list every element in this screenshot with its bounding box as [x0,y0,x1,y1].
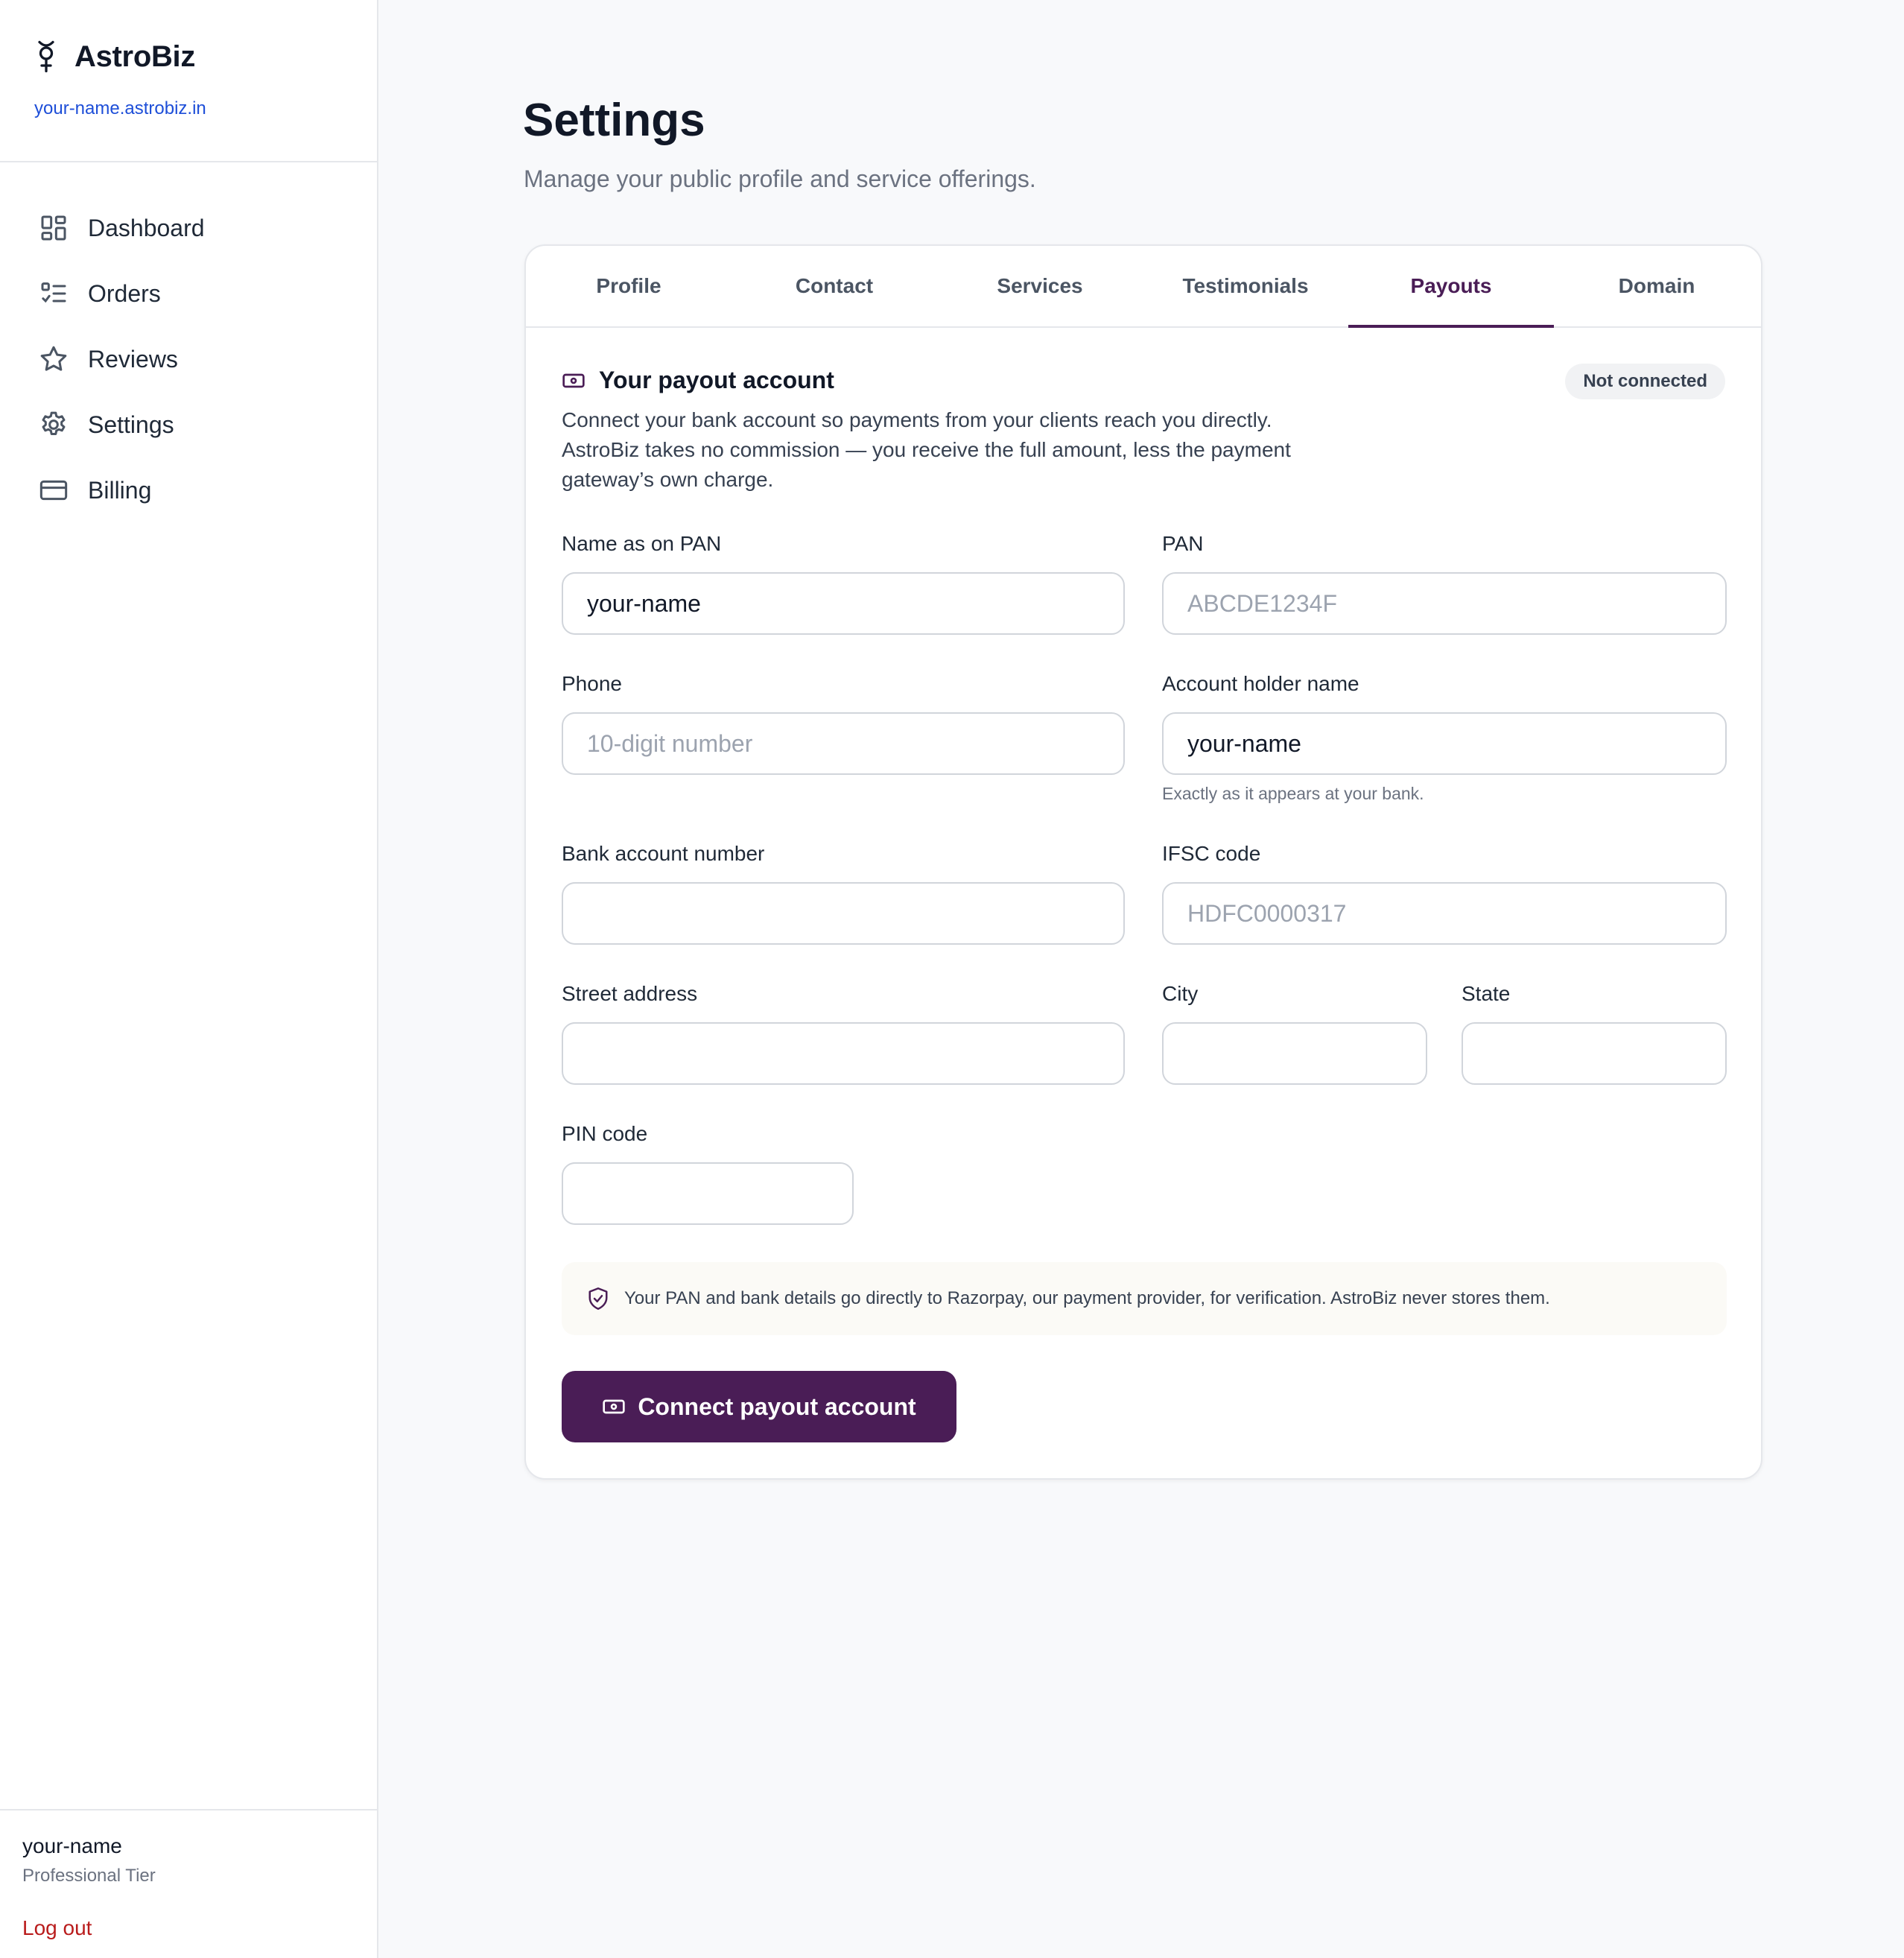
street-input[interactable] [562,1022,1125,1085]
ifsc-input[interactable] [1162,882,1727,945]
gear-icon [42,411,66,435]
street-label: Street address [562,982,698,1005]
city-input[interactable] [1162,1022,1427,1085]
banknote-icon [562,373,585,387]
sidebar-divider [0,161,378,162]
mercury-logo-icon [38,40,54,73]
user-name: your-name [22,1834,122,1857]
sidebar-item-orders[interactable]: Orders [39,261,205,326]
account-holder-input[interactable] [1162,712,1727,775]
account-holder-label: Account holder name [1162,672,1359,695]
connect-payout-button[interactable]: Connect payout account [562,1371,956,1442]
sidebar-item-label: Reviews [88,345,178,373]
tab-contact[interactable]: Contact [732,246,937,326]
sidebar-footer-divider [0,1809,378,1810]
logout-link[interactable]: Log out [22,1916,92,1940]
pan-input[interactable] [1162,572,1727,635]
sidebar-item-settings[interactable]: Settings [39,392,205,457]
page-subtitle: Manage your public profile and service o… [524,165,1036,192]
tab-domain[interactable]: Domain [1554,246,1759,326]
tab-testimonials[interactable]: Testimonials [1143,246,1348,326]
tab-payouts[interactable]: Payouts [1348,246,1554,328]
name-on-pan-label: Name as on PAN [562,532,722,555]
ifsc-label: IFSC code [1162,842,1261,865]
bank-account-label: Bank account number [562,842,765,865]
sidebar-item-label: Orders [88,279,161,307]
sidebar-item-dashboard[interactable]: Dashboard [39,195,205,261]
pan-label: PAN [1162,532,1204,555]
state-input[interactable] [1462,1022,1727,1085]
payout-section-header: Your payout account [562,367,834,394]
connect-payout-label: Connect payout account [638,1393,916,1420]
tab-profile[interactable]: Profile [526,246,732,326]
name-on-pan-input[interactable] [562,572,1125,635]
list-icon [41,282,66,303]
brand-name: AstroBiz [74,39,196,73]
payout-section-title: Your payout account [599,367,834,393]
shield-check-icon [588,1287,608,1310]
sidebar-nav: Dashboard Orders Reviews Settings Billin… [39,195,205,523]
dashboard-icon [41,215,66,241]
page-title: Settings [523,95,705,146]
account-holder-hint: Exactly as it appears at your bank. [1162,784,1424,803]
state-label: State [1462,982,1511,1005]
settings-tabs: Profile Contact Services Testimonials Pa… [526,246,1761,328]
brand[interactable]: AstroBiz [33,39,195,75]
banknote-icon [603,1399,625,1414]
bank-account-input[interactable] [562,882,1125,945]
settings-card: Profile Contact Services Testimonials Pa… [524,244,1762,1480]
credit-card-icon [39,480,68,501]
pin-label: PIN code [562,1122,648,1145]
city-label: City [1162,982,1199,1005]
sidebar-item-label: Billing [88,476,152,504]
sidebar-item-reviews[interactable]: Reviews [39,326,205,392]
status-badge: Not connected [1565,364,1725,399]
sidebar-item-billing[interactable]: Billing [39,457,205,523]
user-tier: Professional Tier [22,1866,156,1886]
security-notice: Your PAN and bank details go directly to… [562,1262,1727,1335]
payout-description: Connect your bank account so payments fr… [562,408,1291,491]
sidebar-item-label: Settings [88,411,174,438]
sidebar: AstroBiz your-name.astrobiz.in Dashboard… [0,0,378,1958]
public-site-link[interactable]: your-name.astrobiz.in [34,98,206,119]
security-notice-text: Your PAN and bank details go directly to… [624,1288,1550,1308]
pin-input[interactable] [562,1162,854,1225]
tab-services[interactable]: Services [937,246,1143,326]
star-icon [40,346,67,371]
phone-label: Phone [562,672,622,695]
phone-input[interactable] [562,712,1125,775]
sidebar-item-label: Dashboard [88,214,205,241]
